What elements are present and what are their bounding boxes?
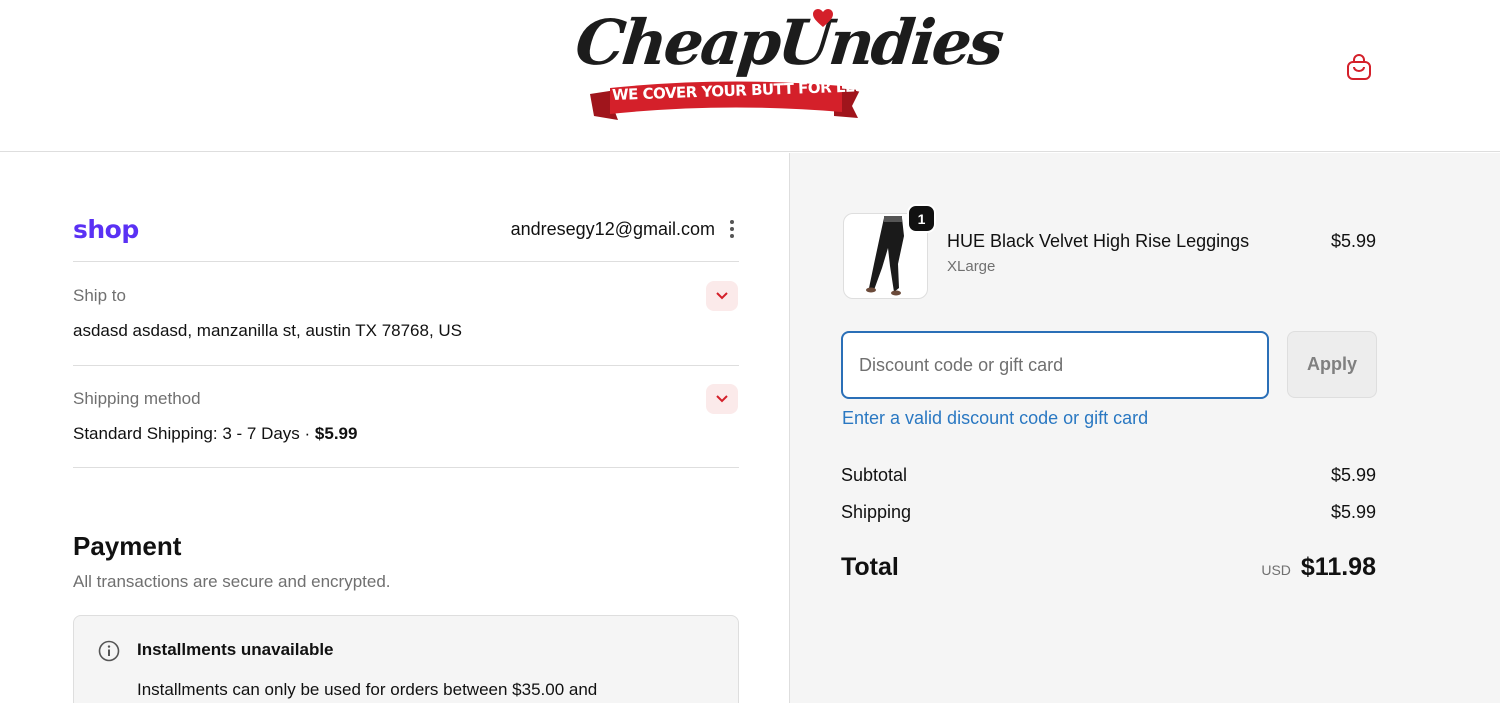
- product-name: HUE Black Velvet High Rise Leggings: [947, 231, 1250, 251]
- total-label: Total: [841, 553, 899, 581]
- ship-to-label: Ship to: [73, 286, 126, 305]
- ship-to-expand-button[interactable]: [706, 281, 738, 311]
- notice-body: Installments can only be used for orders…: [137, 680, 598, 699]
- notice-title: Installments unavailable: [137, 640, 334, 659]
- total-currency: USD: [1261, 562, 1291, 578]
- divider: [73, 365, 739, 366]
- divider: [73, 261, 739, 262]
- installments-notice: Installments unavailable Installments ca…: [73, 615, 739, 703]
- shopping-bag-icon: [1347, 54, 1371, 80]
- chevron-down-icon: [716, 292, 728, 300]
- checkout-form-panel: shop andresegy12@gmail.com Ship to asdas…: [0, 153, 789, 703]
- shipping-value: $5.99: [1330, 502, 1376, 522]
- apply-discount-button[interactable]: Apply: [1287, 331, 1377, 398]
- logo-wordmark: CheapUndies: [572, 6, 1005, 79]
- divider: [73, 467, 739, 468]
- site-header: CheapUndies WE COVER YOUR BUTT FOR LESS: [0, 0, 1500, 152]
- shop-pay-logo[interactable]: shop: [73, 215, 139, 244]
- subtotal-label: Subtotal: [841, 465, 908, 485]
- account-info: andresegy12@gmail.com: [511, 217, 739, 241]
- account-email: andresegy12@gmail.com: [510, 218, 715, 239]
- chevron-down-icon: [716, 395, 728, 403]
- ship-to-address: asdasd asdasd, manzanilla st, austin TX …: [73, 321, 463, 340]
- cart-button[interactable]: [1342, 50, 1376, 84]
- product-variant: XLarge: [947, 258, 996, 275]
- shipping-method-label: Shipping method: [73, 389, 201, 408]
- discount-error-message: Enter a valid discount code or gift card: [842, 408, 1149, 428]
- payment-subtitle: All transactions are secure and encrypte…: [73, 572, 391, 591]
- shipping-method-price: $5.99: [314, 424, 358, 443]
- total-value: $11.98: [1300, 553, 1376, 581]
- shipping-method-value: Standard Shipping: 3 - 7 Days · $5.99: [73, 424, 357, 444]
- kebab-menu-icon[interactable]: [725, 217, 739, 241]
- discount-code-input[interactable]: [841, 331, 1269, 399]
- info-icon: [98, 640, 120, 662]
- order-summary-panel: 1 HUE Black Velvet High Rise Leggings XL…: [789, 153, 1500, 703]
- account-row: shop andresegy12@gmail.com: [73, 211, 739, 247]
- payment-title: Payment: [73, 531, 182, 561]
- total-amount: USD $11.98: [1261, 553, 1376, 582]
- heart-icon: [813, 9, 833, 27]
- product-price: $5.99: [1330, 231, 1376, 251]
- shipping-method-name: Standard Shipping: 3 - 7 Days ·: [73, 424, 315, 443]
- subtotal-value: $5.99: [1330, 465, 1376, 485]
- store-logo[interactable]: CheapUndies WE COVER YOUR BUTT FOR LESS: [572, 6, 1005, 124]
- shipping-method-expand-button[interactable]: [706, 384, 738, 414]
- quantity-badge: 1: [907, 204, 936, 233]
- shipping-label: Shipping: [841, 502, 912, 522]
